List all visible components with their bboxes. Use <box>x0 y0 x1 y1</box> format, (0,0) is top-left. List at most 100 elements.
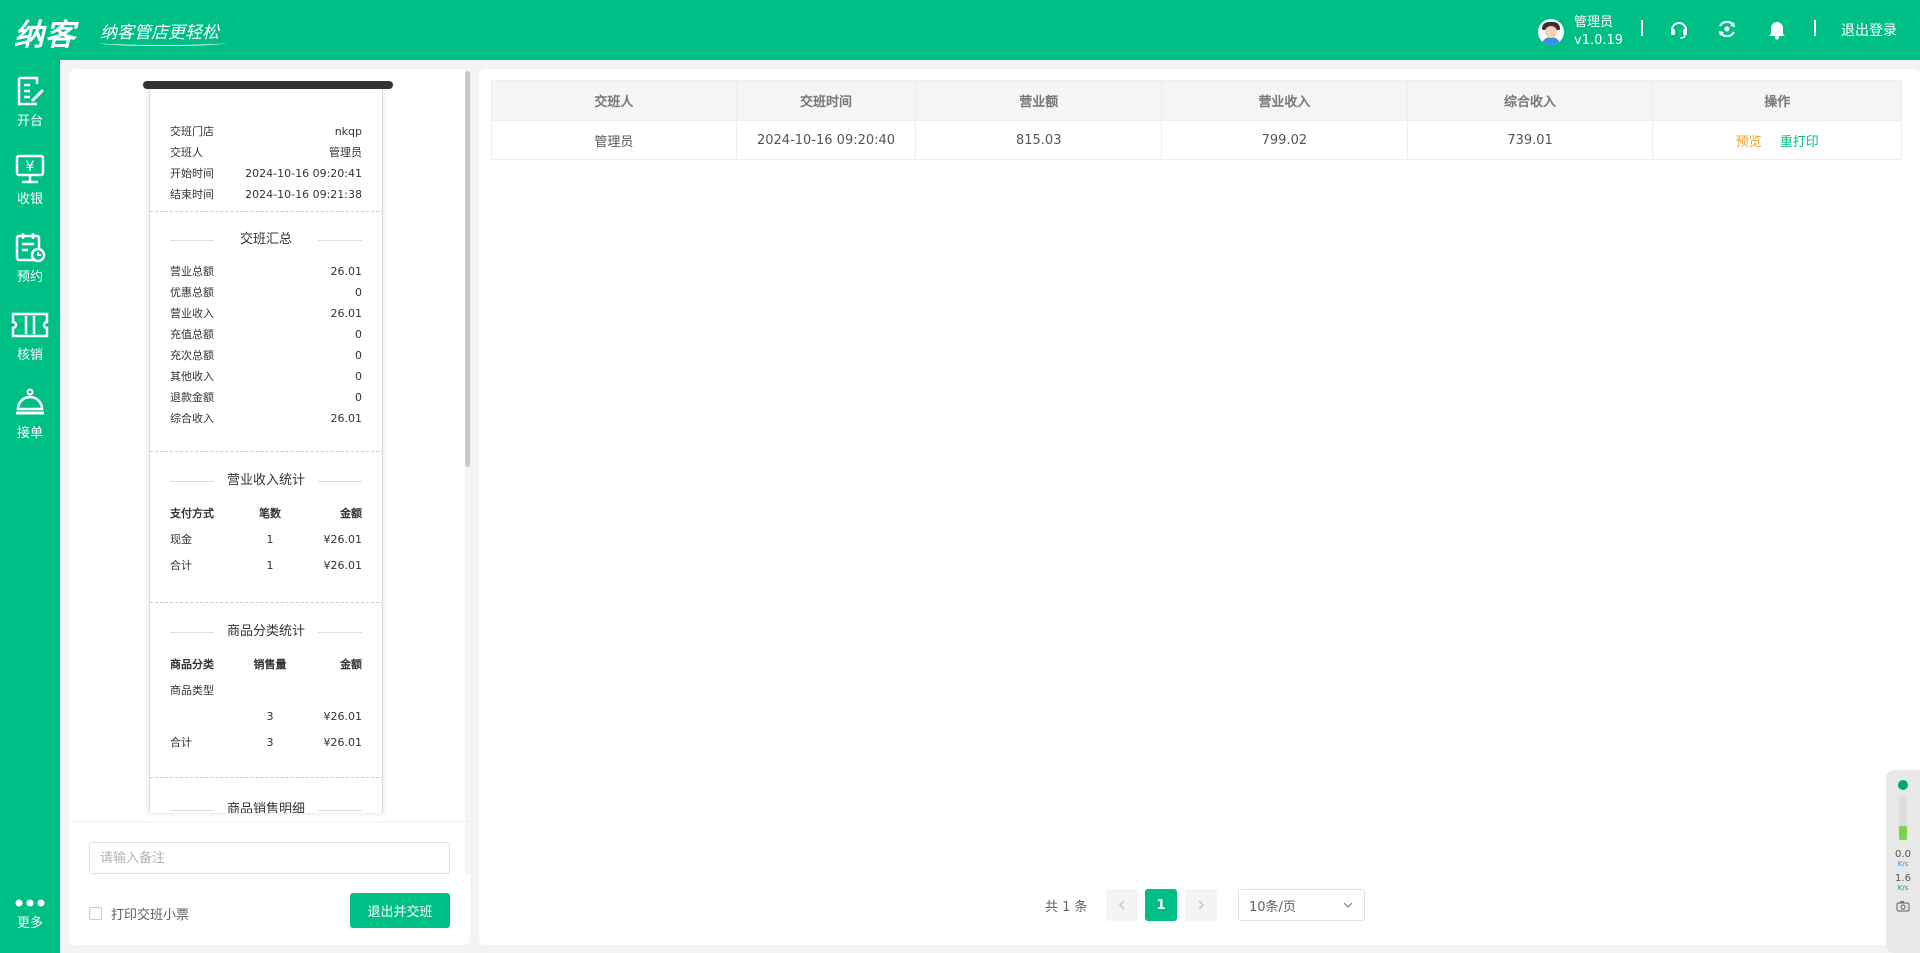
usage-gauge <box>1899 796 1907 840</box>
header-divider <box>1814 20 1816 36</box>
avatar <box>1538 19 1564 45</box>
sidebar-item-label: 开台 <box>16 114 43 129</box>
column-header: 操作 <box>1764 95 1791 110</box>
upload-speed-unit: K/s <box>1897 860 1909 868</box>
cashier-icon: ¥ <box>15 154 45 184</box>
sidebar-item-label: 接单 <box>16 426 43 441</box>
cell-revenue: 799.02 <box>1162 120 1408 159</box>
income-table-row: 合计 1 ¥26.01 <box>170 559 362 572</box>
receipt-summary-row: 综合收入 26.01 <box>170 412 362 425</box>
income-table-header: 支付方式 笔数 金额 <box>170 507 362 520</box>
receipt-roll <box>143 81 393 89</box>
sidebar-item-open-table[interactable]: 开台 <box>0 74 60 129</box>
prev-page-button[interactable] <box>1106 889 1138 921</box>
top-bar: 纳客 纳客管店更轻松 管理员 v1.0.19 退出登录 <box>0 0 1920 60</box>
download-speed-unit: K/s <box>1897 884 1909 892</box>
logo-text: 纳客 <box>14 18 76 53</box>
page-size-value: 10条/页 <box>1249 899 1296 915</box>
preview-link[interactable]: 预览 <box>1736 131 1762 150</box>
sidebar-item-reservation[interactable]: 预约 <box>0 230 60 285</box>
receipt-summary-row: 退款金额 0 <box>170 391 362 404</box>
more-icon <box>15 899 45 907</box>
category-table-header: 商品分类 销售量 金额 <box>170 658 362 671</box>
column-header: 交班时间 <box>737 81 917 120</box>
receipt-divider <box>150 451 382 452</box>
page-button-current[interactable]: 1 <box>1145 889 1177 921</box>
receipt-divider <box>150 777 382 778</box>
reservation-icon <box>15 233 46 263</box>
table-edit-icon <box>17 76 45 106</box>
cell-time: 2024-10-16 09:20:40 <box>736 120 917 159</box>
network-speed-widget[interactable]: 0.0 K/s 1.6 K/s <box>1886 770 1920 953</box>
sidebar-more-label: 更多 <box>16 916 43 931</box>
sync-icon[interactable] <box>1716 18 1738 40</box>
receipt-info-row: 交班门店 nkqp <box>170 125 362 138</box>
category-table-row: 合计 3 ¥26.01 <box>170 736 362 749</box>
pagination-total: 共 1 条 <box>1045 899 1088 915</box>
sidebar-item-accept-order[interactable]: 接单 <box>0 386 60 441</box>
receipt-summary-row: 充值总额 0 <box>170 328 362 341</box>
camera-icon[interactable] <box>1896 900 1910 912</box>
chevron-down-icon <box>1343 902 1353 909</box>
receipt-info-row: 交班人 管理员 <box>170 146 362 159</box>
receipt-summary-row: 优惠总额 0 <box>170 286 362 299</box>
scrollbar-thumb[interactable] <box>465 71 470 467</box>
checkbox-box[interactable] <box>89 907 102 920</box>
receipt-section-title: 商品分类统计 <box>170 624 362 640</box>
cell-turnover: 815.03 <box>916 120 1163 159</box>
next-page-button[interactable] <box>1185 889 1217 921</box>
chevron-right-icon <box>1198 900 1205 910</box>
user-profile[interactable]: 管理员 v1.0.19 <box>1538 14 1623 50</box>
download-speed: 1.6 <box>1895 873 1911 884</box>
exit-and-handover-button[interactable]: 退出并交班 <box>350 893 450 928</box>
receipt-info-row: 开始时间 2024-10-16 09:20:41 <box>170 167 362 180</box>
cell-person: 管理员 <box>492 120 737 159</box>
page-size-select[interactable]: 10条/页 <box>1238 889 1365 921</box>
receipt-divider <box>150 211 382 212</box>
column-header: 综合收入 <box>1408 81 1654 120</box>
column-header: 交班人 <box>492 81 737 120</box>
receipt-section-title: 营业收入统计 <box>170 473 362 489</box>
bell-icon[interactable] <box>1766 18 1788 40</box>
logout-button[interactable]: 退出登录 <box>1841 20 1897 40</box>
shift-records-panel: 交班人 交班时间 营业额 营业收入 综合收入 操作 管理员 2024-10-16… <box>479 69 1920 945</box>
shift-receipt: 交班门店 nkqp 交班人 管理员 开始时间 2024-10-16 09:20:41 … <box>149 89 383 813</box>
sidebar-item-label: 核销 <box>16 348 43 363</box>
chevron-left-icon <box>1118 900 1125 910</box>
print-receipt-label: 打印交班小票 <box>111 908 190 923</box>
sidebar-item-label: 预约 <box>16 270 43 285</box>
income-table-row: 现金 1 ¥26.01 <box>170 533 362 546</box>
panel-divider <box>69 821 470 822</box>
table-header: 交班人 交班时间 营业额 营业收入 综合收入 操作 <box>492 81 1901 120</box>
category-group-label: 商品类型 <box>170 684 214 697</box>
app-logo: 纳客 <box>14 10 76 54</box>
reprint-link[interactable]: 重打印 <box>1780 131 1819 150</box>
receipt-section-title: 交班汇总 <box>170 232 362 248</box>
receipt-summary-row: 其他收入 0 <box>170 370 362 383</box>
shift-receipt-panel: 交班门店 nkqp 交班人 管理员 开始时间 2024-10-16 09:20:41 … <box>69 69 470 945</box>
sidebar: 开台 ¥ 收银 预约 核销 接单 更多 <box>0 60 60 953</box>
status-dot-icon <box>1898 780 1908 790</box>
column-header: 营业收入 <box>1162 81 1408 120</box>
shift-records-table: 交班人 交班时间 营业额 营业收入 综合收入 操作 管理员 2024-10-16… <box>491 80 1902 160</box>
table-row: 管理员 2024-10-16 09:20:40 815.03 799.02 73… <box>492 120 1902 159</box>
receipt-scrollbar[interactable] <box>465 69 470 874</box>
headset-icon[interactable] <box>1668 18 1690 40</box>
header-divider <box>1641 20 1643 36</box>
upload-speed: 0.0 <box>1895 849 1911 860</box>
cell-total: 739.01 <box>1407 120 1654 159</box>
receipt-summary-row: 充次总额 0 <box>170 349 362 362</box>
remark-input[interactable] <box>89 842 450 874</box>
sidebar-item-verify[interactable]: 核销 <box>0 308 60 363</box>
sidebar-item-label: 收银 <box>16 192 43 207</box>
print-receipt-checkbox[interactable]: 打印交班小票 <box>89 904 189 923</box>
app-version: v1.0.19 <box>1574 33 1624 48</box>
ticket-icon <box>11 312 49 338</box>
receipt-divider <box>150 602 382 603</box>
receipt-info-row: 结束时间 2024-10-16 09:21:38 <box>170 188 362 201</box>
receipt-summary-row: 营业总额 26.01 <box>170 265 362 278</box>
sidebar-item-cashier[interactable]: ¥ 收银 <box>0 152 60 207</box>
cell-actions: 预览 重打印 <box>1653 120 1902 159</box>
sidebar-item-more[interactable]: 更多 <box>0 896 60 931</box>
receipt-summary-row: 营业收入 26.01 <box>170 307 362 320</box>
